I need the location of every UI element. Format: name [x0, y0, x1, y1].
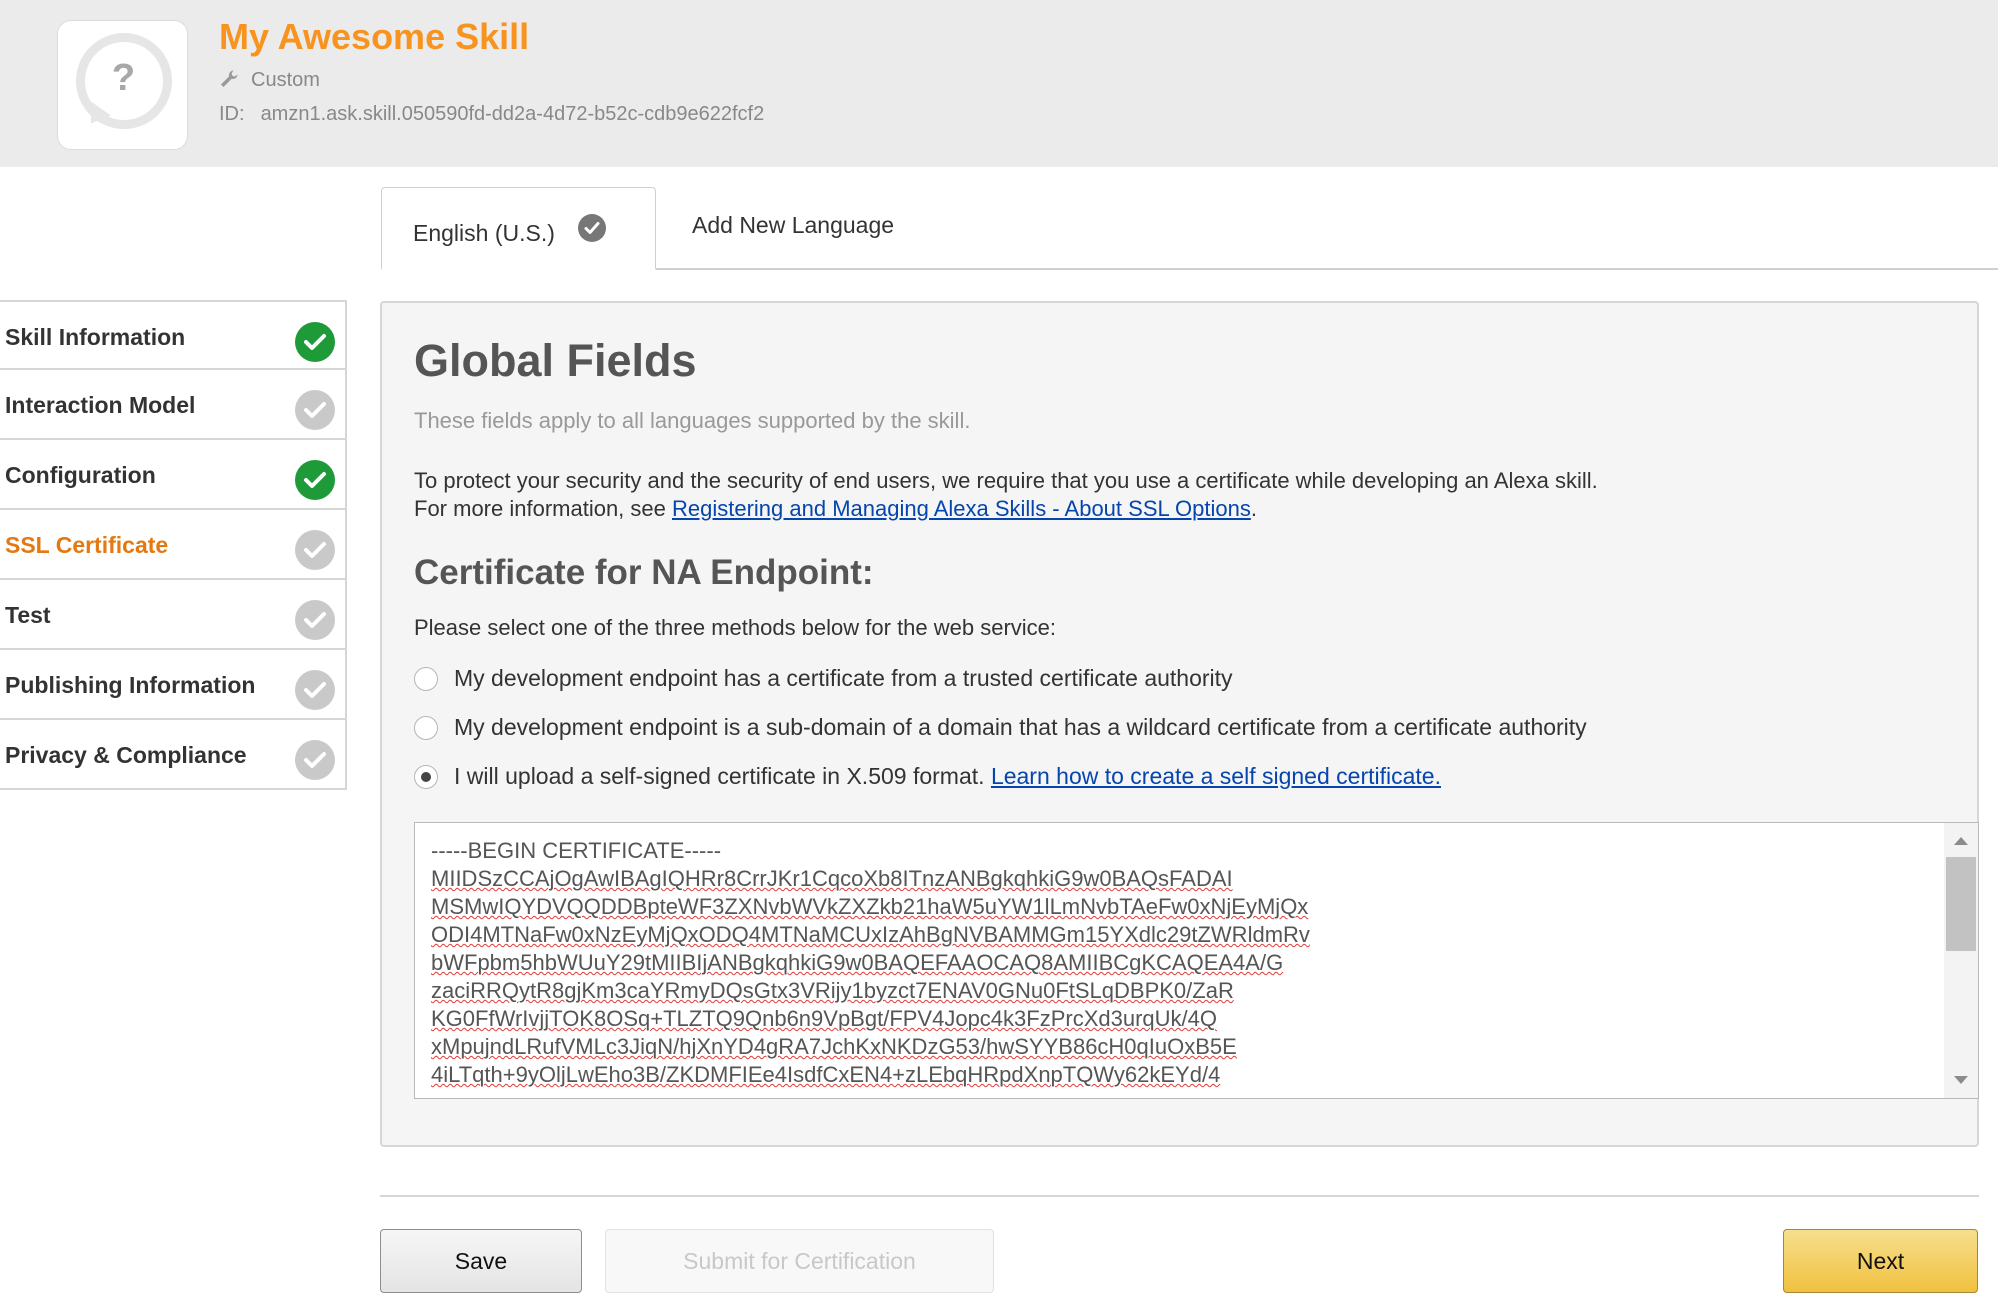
actions-divider: [380, 1195, 1979, 1197]
wrench-icon: [219, 69, 239, 95]
tab-english-us-label: English (U.S.): [413, 220, 555, 246]
certificate-textarea[interactable]: -----BEGIN CERTIFICATE----- MIIDSzCCAjOg…: [414, 822, 1979, 1099]
security-info-more: For more information, see Registering an…: [414, 496, 1257, 521]
incomplete-check-icon: [295, 600, 335, 640]
scroll-up-icon[interactable]: [1954, 837, 1968, 845]
radio-self-signed[interactable]: [414, 765, 438, 789]
sidebar-item-skill-information[interactable]: Skill Information: [0, 300, 347, 370]
sidebar-item-privacy-compliance[interactable]: Privacy & Compliance: [0, 720, 347, 790]
sidebar-item-test[interactable]: Test: [0, 580, 347, 650]
sidebar-item-configuration[interactable]: Configuration: [0, 440, 347, 510]
sidebar-item-label: Skill Information: [5, 324, 186, 350]
certificate-line: xMpujndLRufVMLc3JiqN/hjXnYD4gRA7JchKxNKD…: [431, 1034, 1237, 1059]
skill-name: My Awesome Skill: [219, 16, 530, 57]
skill-id-row: ID: amzn1.ask.skill.050590fd-dd2a-4d72-b5…: [219, 103, 764, 126]
submit-for-certification-button: Submit for Certification: [605, 1229, 994, 1293]
radio-wildcard-subdomain[interactable]: [414, 716, 438, 740]
cert-prompt: Please select one of the three methods b…: [414, 615, 1057, 640]
sidebar-item-label: Interaction Model: [5, 392, 196, 418]
security-info: To protect your security and the securit…: [414, 467, 1598, 523]
sidebar-item-label: SSL Certificate: [5, 532, 169, 558]
cert-heading: Certificate for NA Endpoint:: [414, 553, 874, 592]
page-subtitle: These fields apply to all languages supp…: [414, 408, 971, 433]
page-title: Global Fields: [414, 335, 697, 386]
sidebar-item-ssl-certificate[interactable]: SSL Certificate: [0, 510, 347, 580]
incomplete-check-icon: [295, 530, 335, 570]
skill-icon: ?: [57, 20, 188, 150]
sidebar-item-label: Privacy & Compliance: [5, 742, 247, 768]
question-mark-icon: ?: [111, 57, 136, 99]
sidebar-item-label: Publishing Information: [5, 672, 256, 698]
certificate-line: 4iLTqth+9yOljLwEho3B/ZKDMFIEe4IsdfCxEN4+…: [431, 1062, 1221, 1087]
skill-type: Custom: [219, 69, 320, 95]
complete-check-icon: [295, 322, 335, 362]
check-circle-icon: [578, 214, 606, 242]
option-label: My development endpoint is a sub-domain …: [454, 714, 1587, 740]
sidebar-item-label: Configuration: [5, 462, 156, 488]
security-info-line: To protect your security and the securit…: [414, 468, 1598, 493]
certificate-line: MIIDSzCCAjOgAwIBAgIQHRr8CrrJKr1CqcoXb8IT…: [431, 866, 1233, 891]
certificate-scrollbar[interactable]: [1944, 823, 1978, 1098]
save-button[interactable]: Save: [380, 1229, 582, 1293]
sidebar-item-label: Test: [5, 602, 51, 628]
scroll-down-icon[interactable]: [1954, 1076, 1968, 1084]
radio-trusted-ca[interactable]: [414, 667, 438, 691]
next-button[interactable]: Next: [1783, 1229, 1978, 1293]
certificate-line: zaciRRQytR8gjKm3caYRmyDQsGtx3VRijy1byzct…: [431, 978, 1234, 1003]
certificate-line: KG0FfWrIvjjTOK8OSq+TLZTQ9Qnb6n9VpBgt/FPV…: [431, 1006, 1218, 1031]
sidebar-item-interaction-model[interactable]: Interaction Model: [0, 370, 347, 440]
incomplete-check-icon: [295, 390, 335, 430]
skill-id-label: ID:: [219, 103, 245, 125]
certificate-line: bWFpbm5hbWUuY29tMIIBIjANBgkqhkiG9w0BAQEF…: [431, 950, 1284, 975]
incomplete-check-icon: [295, 740, 335, 780]
certificate-line: ODI4MTNaFw0xNzEyMjQxODQ4MTNaMCUxIzAhBgNV…: [431, 922, 1310, 947]
self-signed-help-link[interactable]: Learn how to create a self signed certif…: [991, 763, 1441, 789]
skill-id-value: amzn1.ask.skill.050590fd-dd2a-4d72-b52c-…: [260, 103, 765, 125]
ssl-options-link[interactable]: Registering and Managing Alexa Skills - …: [672, 496, 1251, 521]
certificate-line: -----BEGIN CERTIFICATE-----: [431, 838, 722, 863]
complete-check-icon: [295, 460, 335, 500]
sidebar-nav: Skill Information Interaction Model Conf…: [0, 300, 347, 790]
scroll-thumb[interactable]: [1946, 857, 1976, 951]
sidebar-item-publishing-information[interactable]: Publishing Information: [0, 650, 347, 720]
incomplete-check-icon: [295, 670, 335, 710]
certificate-content[interactable]: -----BEGIN CERTIFICATE----- MIIDSzCCAjOg…: [431, 837, 1310, 1089]
option-label: My development endpoint has a certificat…: [454, 665, 1233, 691]
certificate-line: MSMwIQYDVQQDDBpteWF3ZXNvbWVkZXZkb21haW5u…: [431, 894, 1309, 919]
global-fields-panel: Global Fields These fields apply to all …: [380, 301, 1979, 1147]
tab-english-us[interactable]: English (U.S.): [381, 187, 656, 270]
add-new-language-tab[interactable]: Add New Language: [692, 212, 894, 239]
skill-header: ? My Awesome Skill Custom ID: amzn1.ask.s…: [0, 0, 1998, 167]
option-label: I will upload a self-signed certificate …: [454, 763, 991, 789]
skill-type-label: Custom: [251, 69, 320, 91]
